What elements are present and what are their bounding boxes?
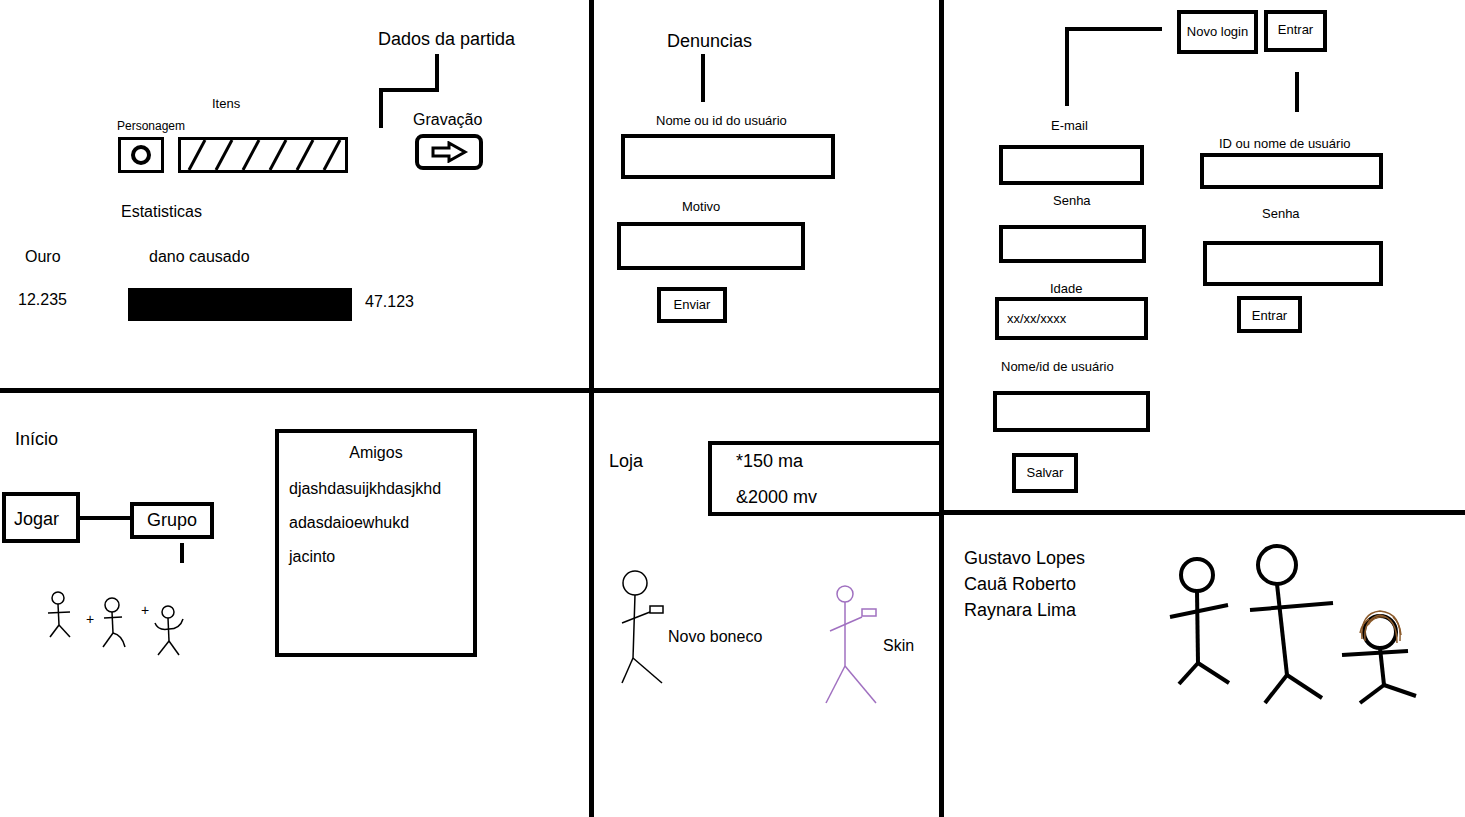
character-label: Personagem — [117, 119, 185, 133]
item-slots-icon — [181, 140, 345, 170]
currency-amount: &2000 mv — [736, 487, 939, 509]
password-label: Senha — [1053, 193, 1091, 209]
character-icon — [129, 143, 153, 167]
email-input[interactable] — [999, 145, 1144, 185]
credits-list: Gustavo LopesCauã RobertoRaynara Lima — [964, 545, 1085, 623]
login-password-label: Senha — [1262, 206, 1300, 222]
age-input[interactable] — [995, 297, 1148, 340]
items-bar[interactable] — [178, 137, 348, 173]
connector-lines — [594, 0, 939, 393]
save-button[interactable]: Salvar — [1012, 453, 1078, 493]
credit-name: Raynara Lima — [964, 597, 1085, 623]
recording-button[interactable] — [415, 134, 483, 170]
send-button[interactable]: Enviar — [657, 287, 727, 323]
play-button[interactable]: Jogar — [2, 492, 80, 543]
enter-tab[interactable]: Entrar — [1264, 10, 1327, 52]
statistics-label: Estatisticas — [121, 202, 202, 221]
reason-label: Motivo — [682, 199, 720, 215]
damage-bar — [128, 288, 352, 321]
right-column: Novo login Entrar E-mail Senha Idade Nom… — [944, 0, 1465, 817]
login-panel: Novo login Entrar E-mail Senha Idade Nom… — [944, 0, 1465, 515]
login-user-label: ID ou nome de usuário — [1219, 136, 1351, 152]
match-data-title: Dados da partida — [378, 29, 515, 51]
group-button[interactable]: Grupo — [130, 502, 214, 539]
product-label: Novo boneco — [668, 627, 762, 646]
product-label: Skin — [883, 636, 914, 655]
home-panel: Início Jogar Grupo + + Amigos djashdasui… — [0, 393, 589, 817]
recording-label: Gravação — [413, 110, 482, 129]
items-label: Itens — [212, 96, 240, 112]
currency-box: *150 ma&2000 mv — [708, 441, 939, 516]
damage-label: dano causado — [149, 247, 250, 266]
user-label: Nome ou id do usuário — [656, 113, 787, 129]
username-input[interactable] — [993, 391, 1150, 432]
password-input[interactable] — [999, 225, 1146, 263]
friend-item[interactable]: djashdasuijkhdasjkhd — [289, 479, 463, 498]
home-title: Início — [15, 429, 58, 451]
friends-list: Amigos djashdasuijkhdasjkhd adasdaioewhuk… — [275, 429, 477, 657]
wireframe-canvas: Dados da partida Itens Personagem Gravaç… — [0, 0, 1465, 817]
plus-sign: + — [141, 602, 149, 619]
enter-button[interactable]: Entrar — [1237, 296, 1302, 333]
email-label: E-mail — [1051, 118, 1088, 134]
user-input[interactable] — [621, 134, 835, 179]
credit-name: Cauã Roberto — [964, 571, 1085, 597]
middle-column: Denuncias Nome ou id do usuário Motivo E… — [594, 0, 944, 817]
username-label: Nome/id de usuário — [1001, 359, 1114, 375]
gold-label: Ouro — [25, 247, 61, 266]
plus-sign: + — [86, 611, 94, 628]
damage-fill — [128, 288, 352, 321]
team-figures-icon — [1164, 543, 1424, 713]
friend-item[interactable]: adasdaioewhukd — [289, 513, 463, 532]
login-password-input[interactable] — [1203, 241, 1383, 286]
gold-value: 12.235 — [18, 290, 67, 309]
connector-lines — [0, 0, 589, 393]
match-data-panel: Dados da partida Itens Personagem Gravaç… — [0, 0, 589, 393]
character-slot[interactable] — [118, 137, 164, 173]
reports-title: Denuncias — [667, 31, 752, 53]
shop-title: Loja — [609, 451, 643, 473]
credits-panel: Gustavo LopesCauã RobertoRaynara Lima — [944, 515, 1465, 817]
character-figure-icon[interactable] — [616, 568, 666, 688]
arrow-right-icon — [429, 141, 469, 163]
damage-value: 47.123 — [365, 292, 414, 311]
reason-input[interactable] — [617, 222, 805, 270]
credit-name: Gustavo Lopes — [964, 545, 1085, 571]
friends-title: Amigos — [289, 441, 463, 465]
age-label: Idade — [1050, 281, 1083, 297]
shop-panel: Loja *150 ma&2000 mv Novo boneco Skin — [594, 393, 939, 817]
friends-entries: djashdasuijkhdasjkhd adasdaioewhukd jacint… — [289, 479, 463, 567]
currency-amount: *150 ma — [736, 451, 939, 473]
left-column: Dados da partida Itens Personagem Gravaç… — [0, 0, 594, 817]
login-user-input[interactable] — [1200, 153, 1383, 189]
new-login-tab[interactable]: Novo login — [1177, 10, 1258, 54]
skin-figure-icon[interactable] — [822, 581, 880, 705]
reports-panel: Denuncias Nome ou id do usuário Motivo E… — [594, 0, 939, 393]
friend-item[interactable]: jacinto — [289, 547, 463, 566]
group-figures-icon — [40, 585, 190, 660]
